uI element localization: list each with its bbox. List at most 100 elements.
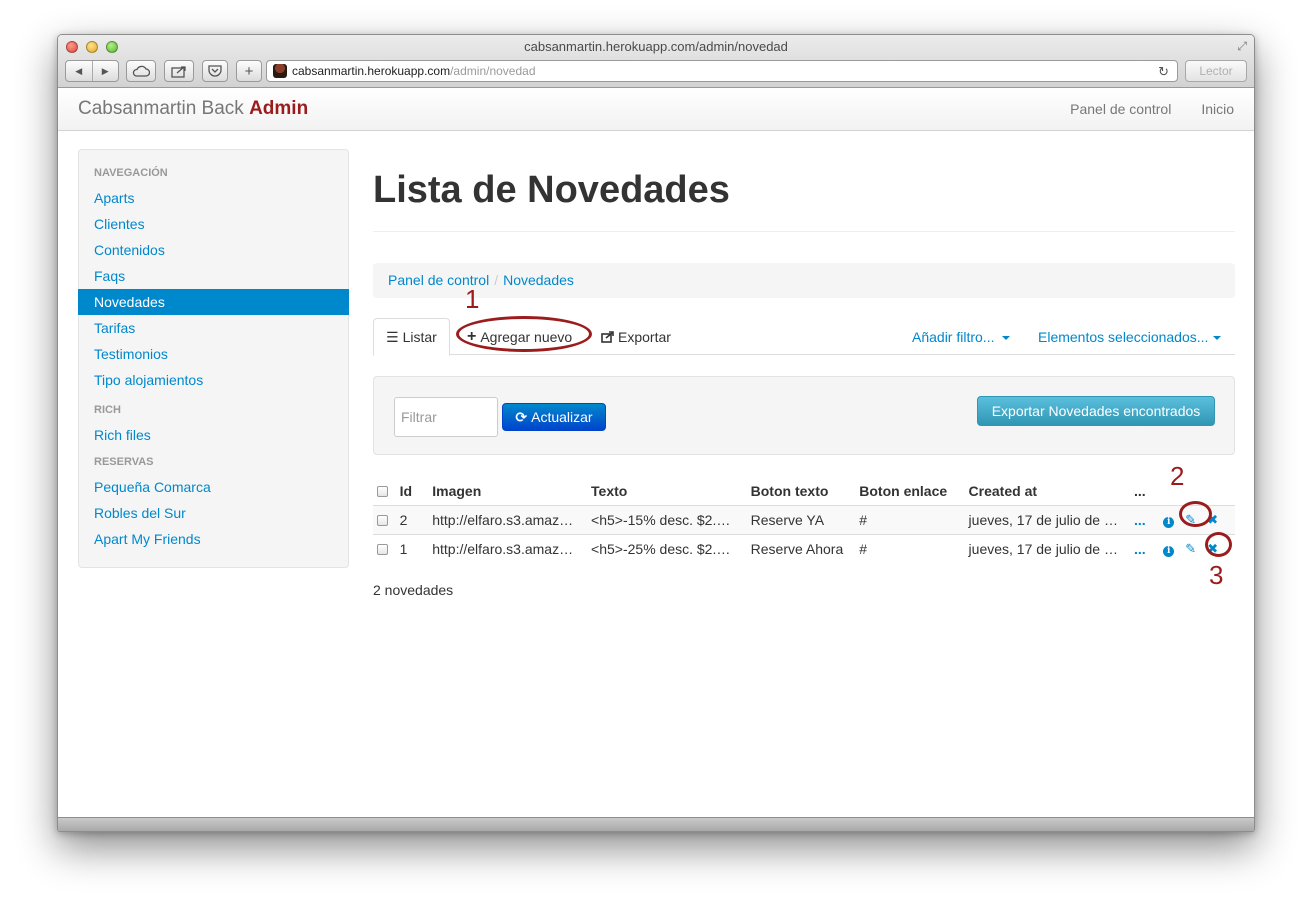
annotation-number-2: 2 — [1170, 461, 1185, 491]
app-navbar: Cabsanmartin Back Admin Panel de control… — [58, 88, 1254, 131]
export-icon — [601, 330, 614, 343]
breadcrumb-novedades[interactable]: Novedades — [503, 272, 574, 288]
sidebar: Navegación Aparts Clientes Contenidos Fa… — [78, 149, 349, 568]
title-divider — [373, 231, 1235, 232]
sidebar-item-clientes[interactable]: Clientes — [79, 211, 348, 237]
cloud-icon — [132, 65, 150, 77]
cell-texto: <h5>-15% desc. $2.… — [583, 504, 743, 534]
cell-boton-texto: Reserve YA — [742, 504, 852, 534]
add-filter-dropdown[interactable]: Añadir filtro... — [900, 318, 1022, 355]
breadcrumb-divider: / — [494, 272, 499, 288]
annotation-number-3: 3 — [1209, 560, 1224, 590]
header-created-at[interactable]: Created at — [961, 477, 1126, 505]
update-button[interactable]: ⟳ Actualizar — [502, 403, 606, 431]
sidebar-item-tipo-alojamientos[interactable]: Tipo alojamientos — [79, 367, 348, 393]
share-icon — [171, 65, 186, 78]
header-texto[interactable]: Texto — [583, 477, 743, 505]
table-row: 2 http://elfaro.s3.amaz… <h5>-15% desc. … — [373, 504, 1235, 534]
show-info-button[interactable]: i — [1158, 512, 1180, 528]
selected-items-label: Elementos seleccionados... — [1038, 328, 1209, 345]
novedades-table: Id Imagen Texto Boton texto Boton enlace… — [373, 477, 1235, 563]
url-host: cabsanmartin.herokuapp.com — [292, 64, 451, 78]
annotation-ellipse-delete — [1205, 532, 1232, 557]
row-checkbox[interactable] — [377, 514, 388, 526]
cell-created-at: jueves, 17 de julio de … — [960, 533, 1126, 563]
cell-boton-enlace: # — [851, 533, 961, 563]
icloud-tabs-button[interactable] — [126, 60, 156, 82]
breadcrumb: Panel de control / Novedades — [373, 263, 1235, 298]
address-bar[interactable]: cabsanmartin.herokuapp.com/admin/novedad… — [266, 60, 1178, 82]
tab-listar[interactable]: ☰ Listar — [373, 318, 450, 356]
header-more: ... — [1133, 482, 1146, 499]
reader-button[interactable]: Lector — [1185, 60, 1247, 82]
sidebar-item-pequena-comarca[interactable]: Pequeña Comarca — [79, 474, 348, 500]
window-title: cabsanmartin.herokuapp.com/admin/novedad — [524, 39, 788, 54]
page-title: Lista de Novedades — [373, 169, 730, 211]
cell-boton-enlace: # — [851, 504, 961, 534]
sidebar-item-faqs[interactable]: Faqs — [79, 263, 348, 289]
sidebar-item-apart-my-friends[interactable]: Apart My Friends — [79, 526, 348, 552]
new-tab-button[interactable]: + — [236, 60, 262, 82]
cell-more-link[interactable]: ... — [1125, 504, 1154, 534]
url-path: /admin/novedad — [450, 64, 536, 78]
caret-down-icon — [1213, 335, 1222, 340]
header-imagen[interactable]: Imagen — [424, 477, 583, 505]
filter-input[interactable] — [394, 397, 498, 437]
cell-more-link[interactable]: ... — [1125, 533, 1154, 563]
brand-admin: Admin — [249, 98, 309, 119]
sidebar-item-robles-del-sur[interactable]: Robles del Sur — [79, 500, 348, 526]
show-info-button[interactable]: i — [1158, 541, 1180, 558]
tab-exportar[interactable]: Exportar — [589, 318, 683, 355]
pocket-button[interactable] — [202, 60, 228, 82]
cell-texto: <h5>-25% desc. $2.… — [583, 533, 743, 563]
sidebar-header-navegacion: Navegación — [94, 167, 168, 179]
header-boton-texto[interactable]: Boton texto — [743, 477, 852, 505]
cell-id: 1 — [391, 533, 425, 563]
select-all-checkbox[interactable] — [377, 485, 388, 497]
cell-created-at: jueves, 17 de julio de … — [960, 504, 1126, 534]
cell-boton-texto: Reserve Ahora — [742, 533, 852, 563]
fullscreen-icon[interactable]: ⤢ — [1237, 39, 1247, 54]
pencil-icon: ✎ — [1185, 541, 1197, 557]
sidebar-item-novedades[interactable]: Novedades — [78, 289, 349, 315]
table-header-row: Id Imagen Texto Boton texto Boton enlace… — [373, 477, 1235, 505]
edit-button[interactable]: ✎ — [1180, 541, 1202, 557]
sidebar-item-aparts[interactable]: Aparts — [79, 185, 348, 211]
navbar-links: Panel de control Inicio — [1055, 88, 1254, 131]
window-bottom-bar — [58, 817, 1254, 831]
sidebar-item-tarifas[interactable]: Tarifas — [79, 315, 348, 341]
forward-icon[interactable]: ▶ — [93, 66, 119, 77]
info-icon: i — [1163, 546, 1175, 558]
nav-inicio[interactable]: Inicio — [1186, 88, 1254, 131]
filter-panel: ⟳ Actualizar Exportar Novedades encontra… — [373, 376, 1235, 455]
annotation-ellipse-edit — [1179, 501, 1212, 527]
main-content: Lista de Novedades Panel de control / Nove… — [373, 131, 1235, 598]
brand-name: Cabsanmartin Back — [78, 98, 244, 119]
annotation-ellipse-add — [456, 316, 592, 352]
tab-listar-label: Listar — [402, 329, 437, 345]
add-filter-label: Añadir filtro... — [912, 328, 995, 345]
back-icon[interactable]: ◀ — [66, 66, 92, 77]
browser-window: cabsanmartin.herokuapp.com/admin/novedad… — [57, 34, 1255, 832]
brand[interactable]: Cabsanmartin Back Admin — [78, 98, 308, 120]
list-icon: ☰ — [386, 328, 399, 345]
caret-down-icon — [1002, 335, 1011, 340]
sidebar-item-contenidos[interactable]: Contenidos — [79, 237, 348, 263]
header-id[interactable]: Id — [392, 477, 425, 505]
selected-items-dropdown[interactable]: Elementos seleccionados... — [1026, 318, 1233, 355]
sidebar-item-testimonios[interactable]: Testimonios — [79, 341, 348, 367]
header-boton-enlace[interactable]: Boton enlace — [851, 477, 960, 505]
site-favicon-icon — [273, 64, 287, 78]
row-checkbox[interactable] — [377, 543, 388, 555]
annotation-number-1: 1 — [465, 284, 480, 314]
table-row: 1 http://elfaro.s3.amaz… <h5>-25% desc. … — [373, 533, 1235, 563]
sidebar-item-rich-files[interactable]: Rich files — [79, 422, 348, 448]
back-forward-buttons: ◀ ▶ — [65, 60, 119, 82]
cell-id: 2 — [391, 504, 425, 534]
export-found-button[interactable]: Exportar Novedades encontrados — [977, 396, 1215, 426]
record-count: 2 novedades — [373, 582, 454, 598]
reload-icon[interactable]: ↻ — [1158, 64, 1169, 80]
nav-panel-de-control[interactable]: Panel de control — [1055, 88, 1186, 131]
share-button[interactable] — [164, 60, 194, 82]
sidebar-header-rich: Rich — [94, 404, 121, 416]
